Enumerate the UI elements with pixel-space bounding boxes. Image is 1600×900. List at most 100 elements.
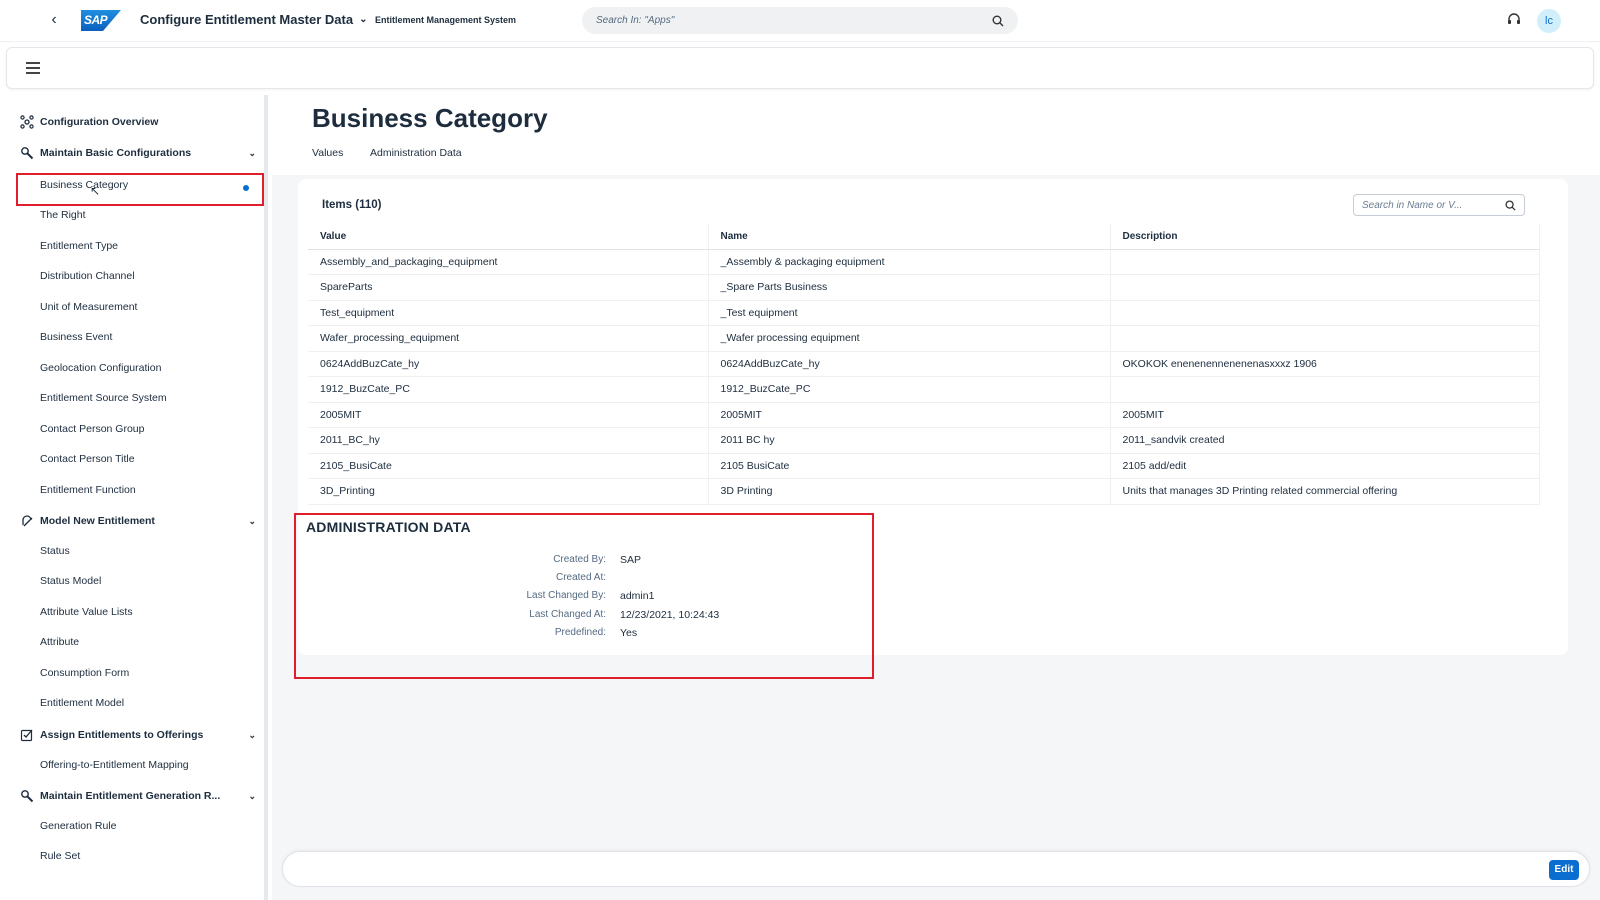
items-table: Value Name Description Assembly_and_pack… xyxy=(308,224,1540,505)
sap-logo[interactable]: SAP xyxy=(81,10,121,31)
chevron-down-icon[interactable]: ⌄ xyxy=(248,516,256,527)
wrench-icon xyxy=(21,147,34,160)
chevron-down-icon[interactable]: ⌄ xyxy=(248,730,256,741)
cell-value: 0624AddBuzCate_hy xyxy=(308,351,709,377)
shell-bar: ‹ SAP Configure Entitlement Master Data … xyxy=(0,0,1600,42)
items-count-title: Items (110) xyxy=(322,199,382,211)
cell-value: Wafer_processing_equipment xyxy=(308,325,709,352)
sidebar-item-generation-rule[interactable]: Generation Rule xyxy=(40,820,116,832)
cell-value: Test_equipment xyxy=(308,300,709,326)
sidebar-item-business-category[interactable]: Business Category xyxy=(40,179,128,191)
sidebar-item-rule-set[interactable]: Rule Set xyxy=(40,850,80,862)
table-row[interactable]: 2105_BusiCate 2105 BusiCate 2105 add/edit xyxy=(308,453,1540,479)
cell-description xyxy=(1110,376,1540,403)
selected-indicator-dot xyxy=(243,185,249,191)
created-by-value: SAP xyxy=(620,554,642,566)
cell-description: Units that manages 3D Printing related c… xyxy=(1110,478,1540,505)
table-search-input[interactable]: Search in Name or V... xyxy=(1353,194,1525,216)
cell-name: _Test equipment xyxy=(708,300,1111,326)
sidebar-item-status-model[interactable]: Status Model xyxy=(40,575,101,587)
nav-group-label: Assign Entitlements to Offerings xyxy=(40,729,204,741)
main-content: Business Category Values Administration … xyxy=(272,95,1600,900)
sidebar-item-contact-person-group[interactable]: Contact Person Group xyxy=(40,423,144,435)
cell-name: _Wafer processing equipment xyxy=(708,325,1111,352)
created-at-label: Created At: xyxy=(555,572,606,583)
page-title: Business Category xyxy=(312,103,548,133)
search-input[interactable]: Search In: "Apps" xyxy=(582,7,1018,34)
cell-name: _Spare Parts Business xyxy=(708,274,1111,301)
cell-name: 0624AddBuzCate_hy xyxy=(708,351,1111,377)
sidebar-item-attribute[interactable]: Attribute xyxy=(40,636,79,648)
created-by-label: Created By: xyxy=(553,554,606,565)
table-row[interactable]: Test_equipment _Test equipment xyxy=(308,300,1540,326)
search-icon[interactable] xyxy=(1505,199,1516,211)
sidebar-item-geolocation[interactable]: Geolocation Configuration xyxy=(40,362,161,374)
nav-group-label: Maintain Entitlement Generation R... xyxy=(40,790,221,802)
table-row[interactable]: SpareParts _Spare Parts Business xyxy=(308,274,1540,301)
system-title: Entitlement Management System xyxy=(375,15,517,25)
column-header-description[interactable]: Description xyxy=(1110,224,1540,250)
nav-group-assign-entitlements[interactable]: Assign Entitlements to Offerings ⌄ xyxy=(20,728,256,742)
assign-icon xyxy=(20,729,33,742)
cell-description: 2005MIT xyxy=(1110,402,1540,428)
edit-button[interactable]: Edit xyxy=(1549,860,1579,880)
sidebar-item-unit-of-measurement[interactable]: Unit of Measurement xyxy=(40,301,137,313)
tab-values[interactable]: Values xyxy=(312,147,343,159)
app-title-menu[interactable]: Configure Entitlement Master Data ⌄ xyxy=(140,12,367,27)
sidebar-item-offering-mapping[interactable]: Offering-to-Entitlement Mapping xyxy=(40,759,189,771)
nav-group-configuration-overview[interactable]: Configuration Overview xyxy=(20,115,256,129)
table-row[interactable]: Wafer_processing_equipment _Wafer process… xyxy=(308,325,1540,352)
table-row[interactable]: Assembly_and_packaging_equipment _Assembl… xyxy=(308,249,1540,275)
last-changed-at-label: Last Changed At: xyxy=(529,609,606,620)
chevron-down-icon: ⌄ xyxy=(359,14,368,25)
footer-toolbar: Edit xyxy=(282,851,1590,887)
cell-description xyxy=(1110,325,1540,352)
nav-group-generation-rules[interactable]: Maintain Entitlement Generation R... ⌄ xyxy=(20,789,256,803)
search-placeholder: Search In: "Apps" xyxy=(596,15,675,26)
sidebar-item-the-right[interactable]: The Right xyxy=(40,209,86,221)
sidebar-item-entitlement-type[interactable]: Entitlement Type xyxy=(40,240,118,252)
sidebar-item-contact-person-title[interactable]: Contact Person Title xyxy=(40,453,135,465)
last-changed-at-value: 12/23/2021, 10:24:43 xyxy=(620,609,720,621)
cell-name: _Assembly & packaging equipment xyxy=(708,249,1111,275)
wrench-icon xyxy=(21,790,34,803)
sidebar-item-entitlement-function[interactable]: Entitlement Function xyxy=(40,484,136,496)
table-row[interactable]: 0624AddBuzCate_hy 0624AddBuzCate_hy OKOKOK… xyxy=(308,351,1540,377)
cell-value: SpareParts xyxy=(308,274,709,301)
sidebar-item-business-event[interactable]: Business Event xyxy=(40,331,112,343)
sidebar-item-consumption-form[interactable]: Consumption Form xyxy=(40,667,129,679)
cell-description: OKOKOK enenenennenenenasxxxz 1906 xyxy=(1110,351,1540,377)
column-header-name[interactable]: Name xyxy=(708,224,1111,250)
nav-group-label: Model New Entitlement xyxy=(40,515,155,527)
table-row[interactable]: 1912_BuzCate_PC 1912_BuzCate_PC xyxy=(308,376,1540,403)
tab-administration-data[interactable]: Administration Data xyxy=(370,147,462,159)
nav-group-model-new-entitlement[interactable]: Model New Entitlement ⌄ xyxy=(20,514,256,528)
predefined-label: Predefined: xyxy=(554,627,606,638)
nav-group-label: Configuration Overview xyxy=(40,116,159,128)
sidebar-item-entitlement-model[interactable]: Entitlement Model xyxy=(40,697,124,709)
side-navigation: Configuration Overview Maintain Basic Co… xyxy=(6,95,268,900)
table-row[interactable]: 2011_BC_hy 2011 BC hy 2011_sandvik created xyxy=(308,427,1540,454)
cell-value: 2005MIT xyxy=(308,402,709,428)
sidebar-item-distribution-channel[interactable]: Distribution Channel xyxy=(40,270,135,282)
cell-name: 2105 BusiCate xyxy=(708,453,1111,479)
chevron-down-icon[interactable]: ⌄ xyxy=(248,791,256,802)
back-arrow-icon[interactable]: ‹ xyxy=(46,11,62,29)
sidebar-item-source-system[interactable]: Entitlement Source System xyxy=(40,392,167,404)
table-row[interactable]: 2005MIT 2005MIT 2005MIT xyxy=(308,402,1540,428)
chevron-down-icon[interactable]: ⌄ xyxy=(248,148,256,159)
table-row[interactable]: 3D_Printing 3D Printing Units that manages… xyxy=(308,478,1540,505)
admin-section-title: ADMINISTRATION DATA xyxy=(306,519,471,535)
hamburger-menu-icon[interactable] xyxy=(26,62,40,74)
sidebar-item-status[interactable]: Status xyxy=(40,545,70,557)
headset-icon[interactable] xyxy=(1507,13,1521,27)
cell-description xyxy=(1110,300,1540,326)
overview-icon xyxy=(20,115,34,129)
sidebar-item-attribute-value-lists[interactable]: Attribute Value Lists xyxy=(40,606,133,618)
nav-group-maintain-basic[interactable]: Maintain Basic Configurations ⌄ xyxy=(20,146,256,160)
cell-description: 2105 add/edit xyxy=(1110,453,1540,479)
column-header-value[interactable]: Value xyxy=(308,224,709,250)
model-icon xyxy=(22,515,33,527)
avatar[interactable]: lc xyxy=(1537,9,1561,33)
search-icon[interactable] xyxy=(992,15,1004,27)
